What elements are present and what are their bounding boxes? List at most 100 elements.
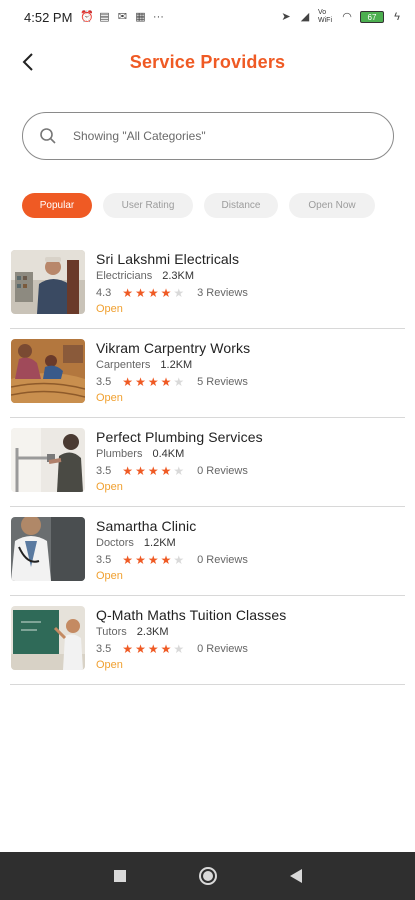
- charging-icon: ϟ: [394, 11, 400, 23]
- signal-icon: ◢: [300, 11, 310, 23]
- provider-item[interactable]: Perfect Plumbing Services Plumbers 0.4KM …: [10, 418, 405, 507]
- star-icon: ★: [122, 464, 134, 478]
- back-arrow-icon: [22, 53, 33, 71]
- provider-rating: 3.5: [96, 554, 112, 566]
- star-icon: ★: [122, 553, 134, 567]
- open-status: Open: [96, 392, 123, 404]
- back-button[interactable]: [12, 46, 44, 78]
- star-icon: ★: [147, 642, 159, 656]
- search-box[interactable]: [22, 112, 394, 160]
- recents-button[interactable]: [106, 862, 134, 890]
- provider-distance: 0.4KM: [152, 448, 185, 460]
- star-icon: ★: [147, 464, 159, 478]
- star-icon: ★: [122, 375, 134, 389]
- provider-rating: 3.5: [96, 465, 112, 477]
- star-icon: ★: [147, 553, 159, 567]
- provider-distance: 1.2KM: [143, 537, 176, 549]
- provider-category: Doctors: [96, 537, 134, 549]
- provider-name: Samartha Clinic: [96, 518, 197, 534]
- provider-reviews: 0 Reviews: [197, 554, 248, 566]
- provider-distance: 2.3KM: [162, 270, 195, 282]
- provider-rating: 3.5: [96, 376, 112, 388]
- open-status: Open: [96, 570, 123, 582]
- star-icon: ★: [135, 553, 146, 567]
- open-status: Open: [96, 481, 123, 493]
- star-icon: ★: [173, 464, 185, 478]
- star-icon: ★: [173, 642, 185, 656]
- provider-list: Sri Lakshmi Electricals Electricians 2.3K…: [10, 240, 405, 685]
- vowifi-label: Vo WiFi: [318, 9, 332, 24]
- search-input[interactable]: [73, 129, 363, 143]
- provider-category: Electricians: [96, 270, 153, 282]
- provider-name: Perfect Plumbing Services: [96, 429, 263, 445]
- message-icon: ▤: [99, 11, 110, 23]
- location-icon: ➤: [281, 11, 291, 23]
- provider-rating: 3.5: [96, 643, 112, 655]
- provider-name: Q-Math Maths Tuition Classes: [96, 607, 287, 623]
- star-icon: ★: [160, 642, 172, 656]
- provider-category: Tutors: [96, 626, 127, 638]
- rating-stars: ★ ★ ★ ★ ★: [122, 376, 184, 388]
- provider-photo: [11, 428, 85, 492]
- more-icon: ···: [152, 11, 164, 23]
- back-nav-button[interactable]: [282, 862, 310, 890]
- header: Service Providers: [0, 38, 415, 86]
- star-icon: ★: [147, 286, 159, 300]
- notification-icons: ⏰ ▤ ✉ ▦ ···: [80, 11, 164, 23]
- filter-chip-user-rating[interactable]: User Rating: [103, 193, 193, 218]
- open-status: Open: [96, 303, 123, 315]
- star-icon: ★: [173, 553, 185, 567]
- search-icon: [40, 128, 56, 144]
- provider-reviews: 0 Reviews: [197, 465, 248, 477]
- system-nav-bar: [0, 852, 415, 900]
- recents-icon: [113, 870, 126, 882]
- provider-photo: [11, 606, 85, 670]
- open-status: Open: [96, 659, 123, 671]
- star-icon: ★: [173, 375, 185, 389]
- home-button[interactable]: [194, 862, 222, 890]
- star-icon: ★: [147, 375, 159, 389]
- status-time: 4:52 PM: [24, 9, 73, 25]
- star-icon: ★: [160, 286, 172, 300]
- provider-reviews: 0 Reviews: [197, 643, 248, 655]
- star-icon: ★: [160, 375, 172, 389]
- star-icon: ★: [122, 286, 134, 300]
- star-icon: ★: [173, 286, 185, 300]
- provider-reviews: 3 Reviews: [197, 287, 248, 299]
- provider-distance: 1.2KM: [160, 359, 193, 371]
- star-icon: ★: [135, 464, 146, 478]
- provider-item[interactable]: Q-Math Maths Tuition Classes Tutors 2.3KM…: [10, 596, 405, 685]
- battery-icon: 67: [360, 11, 384, 23]
- provider-item[interactable]: Sri Lakshmi Electricals Electricians 2.3K…: [10, 240, 405, 329]
- provider-photo: [11, 339, 85, 403]
- system-icons: ➤ ◢ Vo WiFi ◠ 67 ϟ: [280, 9, 403, 25]
- star-icon: ★: [135, 642, 146, 656]
- alarm-icon: ⏰: [80, 11, 95, 23]
- provider-name: Sri Lakshmi Electricals: [96, 251, 240, 267]
- star-icon: ★: [160, 553, 172, 567]
- provider-item[interactable]: Samartha Clinic Doctors 1.2KM 3.5 ★ ★ ★ ★ ★ 0…: [10, 507, 405, 596]
- rating-stars: ★ ★ ★ ★ ★: [122, 465, 184, 477]
- rating-stars: ★ ★ ★ ★ ★: [122, 287, 184, 299]
- rating-stars: ★ ★ ★ ★ ★: [122, 643, 184, 655]
- filter-chip-open-now[interactable]: Open Now: [289, 193, 375, 218]
- sim-icon: ▦: [135, 11, 146, 23]
- star-icon: ★: [160, 464, 172, 478]
- star-icon: ★: [135, 286, 146, 300]
- provider-distance: 2.3KM: [136, 626, 169, 638]
- star-icon: ★: [135, 375, 146, 389]
- mail-icon: ✉: [117, 11, 128, 23]
- filter-chip-popular[interactable]: Popular: [22, 193, 92, 218]
- rating-stars: ★ ★ ★ ★ ★: [122, 554, 184, 566]
- filter-chip-distance[interactable]: Distance: [204, 193, 278, 218]
- provider-photo: [11, 250, 85, 314]
- home-icon: [198, 867, 217, 885]
- status-bar: 4:52 PM ⏰ ▤ ✉ ▦ ··· ➤ ◢ Vo WiFi ◠ 67 ϟ: [0, 0, 415, 34]
- provider-photo: [11, 517, 85, 581]
- page-title: Service Providers: [129, 51, 286, 72]
- provider-name: Vikram Carpentry Works: [96, 340, 251, 356]
- provider-rating: 4.3: [96, 287, 112, 299]
- star-icon: ★: [122, 642, 134, 656]
- provider-item[interactable]: Vikram Carpentry Works Carpenters 1.2KM 3…: [10, 329, 405, 418]
- wifi-icon: ◠: [342, 11, 352, 23]
